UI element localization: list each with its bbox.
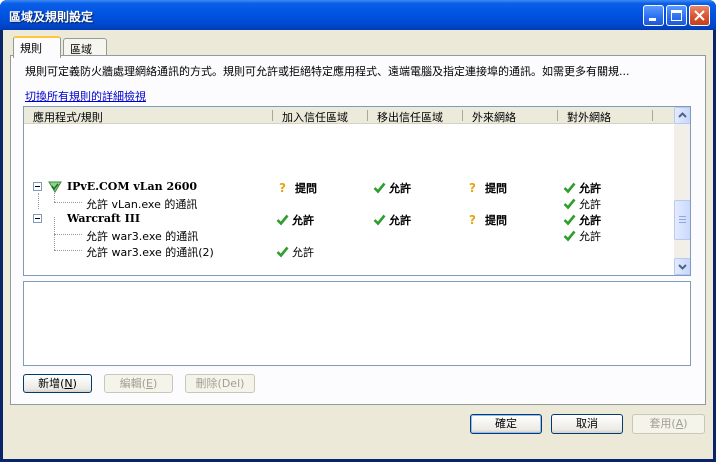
cancel-button[interactable]: 取消 bbox=[551, 414, 623, 434]
rule-cell: 允許 bbox=[563, 180, 601, 196]
grip-line bbox=[679, 216, 686, 217]
column-trusted-remove[interactable]: 移出信任區域 bbox=[377, 109, 443, 125]
rules-window: 區域及規則設定 規則 區域 規則可定義防火牆處理網絡通訊的方式。規則可允許或拒絕… bbox=[0, 0, 716, 462]
check-icon bbox=[276, 246, 289, 258]
table-row[interactable]: 允許 war3.exe 的通訊 允許 bbox=[24, 227, 674, 243]
question-icon: ? bbox=[469, 181, 476, 195]
rule-name: 允許 vLan.exe 的通訊 bbox=[86, 198, 198, 211]
check-icon bbox=[563, 230, 576, 242]
maximize-button[interactable] bbox=[666, 5, 687, 26]
question-icon: ? bbox=[279, 181, 286, 195]
collapse-toggle[interactable] bbox=[33, 182, 42, 191]
grip-line bbox=[679, 222, 686, 223]
scroll-up-button[interactable] bbox=[674, 107, 690, 124]
rules-panel: 規則可定義防火牆處理網絡通訊的方式。規則可允許或拒絕特定應用程式、遠端電腦及指定… bbox=[10, 55, 706, 405]
apply-button[interactable]: 套用(A) bbox=[632, 414, 705, 434]
scroll-thumb[interactable] bbox=[674, 200, 690, 240]
delete-button[interactable]: 刪除(Del) bbox=[185, 374, 255, 393]
title-bar[interactable]: 區域及規則設定 bbox=[0, 0, 716, 30]
close-icon bbox=[694, 10, 705, 21]
rule-cell: ? 提問 bbox=[279, 181, 317, 195]
chevron-down-icon bbox=[678, 264, 687, 270]
rule-name: 允許 war3.exe 的通訊 bbox=[86, 230, 199, 243]
add-button[interactable]: 新增(N) bbox=[23, 374, 92, 393]
column-divider[interactable] bbox=[272, 110, 273, 121]
scroll-down-button[interactable] bbox=[674, 258, 690, 275]
rule-cell: ? 提問 bbox=[469, 181, 507, 195]
collapse-toggle[interactable] bbox=[33, 214, 42, 223]
question-icon: ? bbox=[469, 213, 476, 227]
rule-cell: 允許 bbox=[563, 228, 601, 244]
table-row[interactable]: Warcraft III 允許 允許 ? 提問 允許 bbox=[24, 211, 674, 227]
check-icon bbox=[373, 182, 386, 194]
close-button[interactable] bbox=[689, 5, 710, 26]
rule-name: IPvE.COM vLan 2600 bbox=[67, 180, 198, 193]
rule-cell: ? 提問 bbox=[469, 213, 507, 227]
window-title: 區域及規則設定 bbox=[9, 10, 94, 24]
rule-cell: 允許 bbox=[276, 212, 314, 228]
edit-button[interactable]: 編輯(E) bbox=[104, 374, 173, 393]
minimize-button[interactable] bbox=[643, 5, 664, 26]
rule-cell: 允許 bbox=[276, 244, 314, 260]
rule-name: Warcraft III bbox=[67, 212, 141, 225]
table-row[interactable]: IPvE.COM vLan 2600 ? 提問 允許 ? 提問 允許 bbox=[24, 179, 674, 195]
rule-cell: 允許 bbox=[563, 196, 601, 212]
minimize-icon bbox=[649, 18, 656, 21]
check-icon bbox=[276, 214, 289, 226]
column-trusted-add[interactable]: 加入信任區域 bbox=[282, 109, 348, 125]
column-divider[interactable] bbox=[652, 110, 653, 121]
column-app-rule[interactable]: 應用程式/規則 bbox=[33, 109, 103, 125]
rules-description: 規則可定義防火牆處理網絡通訊的方式。規則可允許或拒絕特定應用程式、遠端電腦及指定… bbox=[25, 65, 630, 78]
column-divider[interactable] bbox=[462, 110, 463, 121]
check-icon bbox=[563, 198, 576, 210]
rule-cell: 允許 bbox=[373, 212, 411, 228]
column-divider[interactable] bbox=[367, 110, 368, 121]
rules-list: 應用程式/規則 加入信任區域 移出信任區域 外來網絡 對外網絡 IPvE.COM… bbox=[23, 106, 691, 276]
list-header: 應用程式/規則 加入信任區域 移出信任區域 外來網絡 對外網絡 bbox=[24, 107, 674, 124]
ok-button[interactable]: 確定 bbox=[470, 414, 542, 434]
column-inbound[interactable]: 外來網絡 bbox=[472, 109, 516, 125]
grip-line bbox=[679, 219, 686, 220]
tab-rules[interactable]: 規則 bbox=[13, 36, 61, 58]
rule-cell: 允許 bbox=[373, 180, 411, 196]
detail-view-link[interactable]: 切換所有規則的詳細檢視 bbox=[25, 88, 146, 104]
rule-name: 允許 war3.exe 的通訊(2) bbox=[86, 246, 214, 259]
column-outbound[interactable]: 對外網絡 bbox=[567, 109, 611, 125]
rule-details-box[interactable] bbox=[23, 281, 691, 366]
app-shield-icon bbox=[48, 181, 62, 193]
chevron-up-icon bbox=[678, 112, 687, 118]
check-icon bbox=[373, 214, 386, 226]
table-row[interactable]: 允許 war3.exe 的通訊(2) 允許 bbox=[24, 243, 674, 259]
column-divider[interactable] bbox=[557, 110, 558, 121]
check-icon bbox=[563, 182, 576, 194]
table-row[interactable]: 允許 vLan.exe 的通訊 允許 bbox=[24, 195, 674, 211]
vertical-scrollbar[interactable] bbox=[674, 107, 690, 275]
maximize-icon bbox=[671, 10, 682, 21]
check-icon bbox=[563, 214, 576, 226]
rule-cell: 允許 bbox=[563, 212, 601, 228]
dialog-client-area: 規則 區域 規則可定義防火牆處理網絡通訊的方式。規則可允許或拒絕特定應用程式、遠… bbox=[3, 30, 713, 459]
